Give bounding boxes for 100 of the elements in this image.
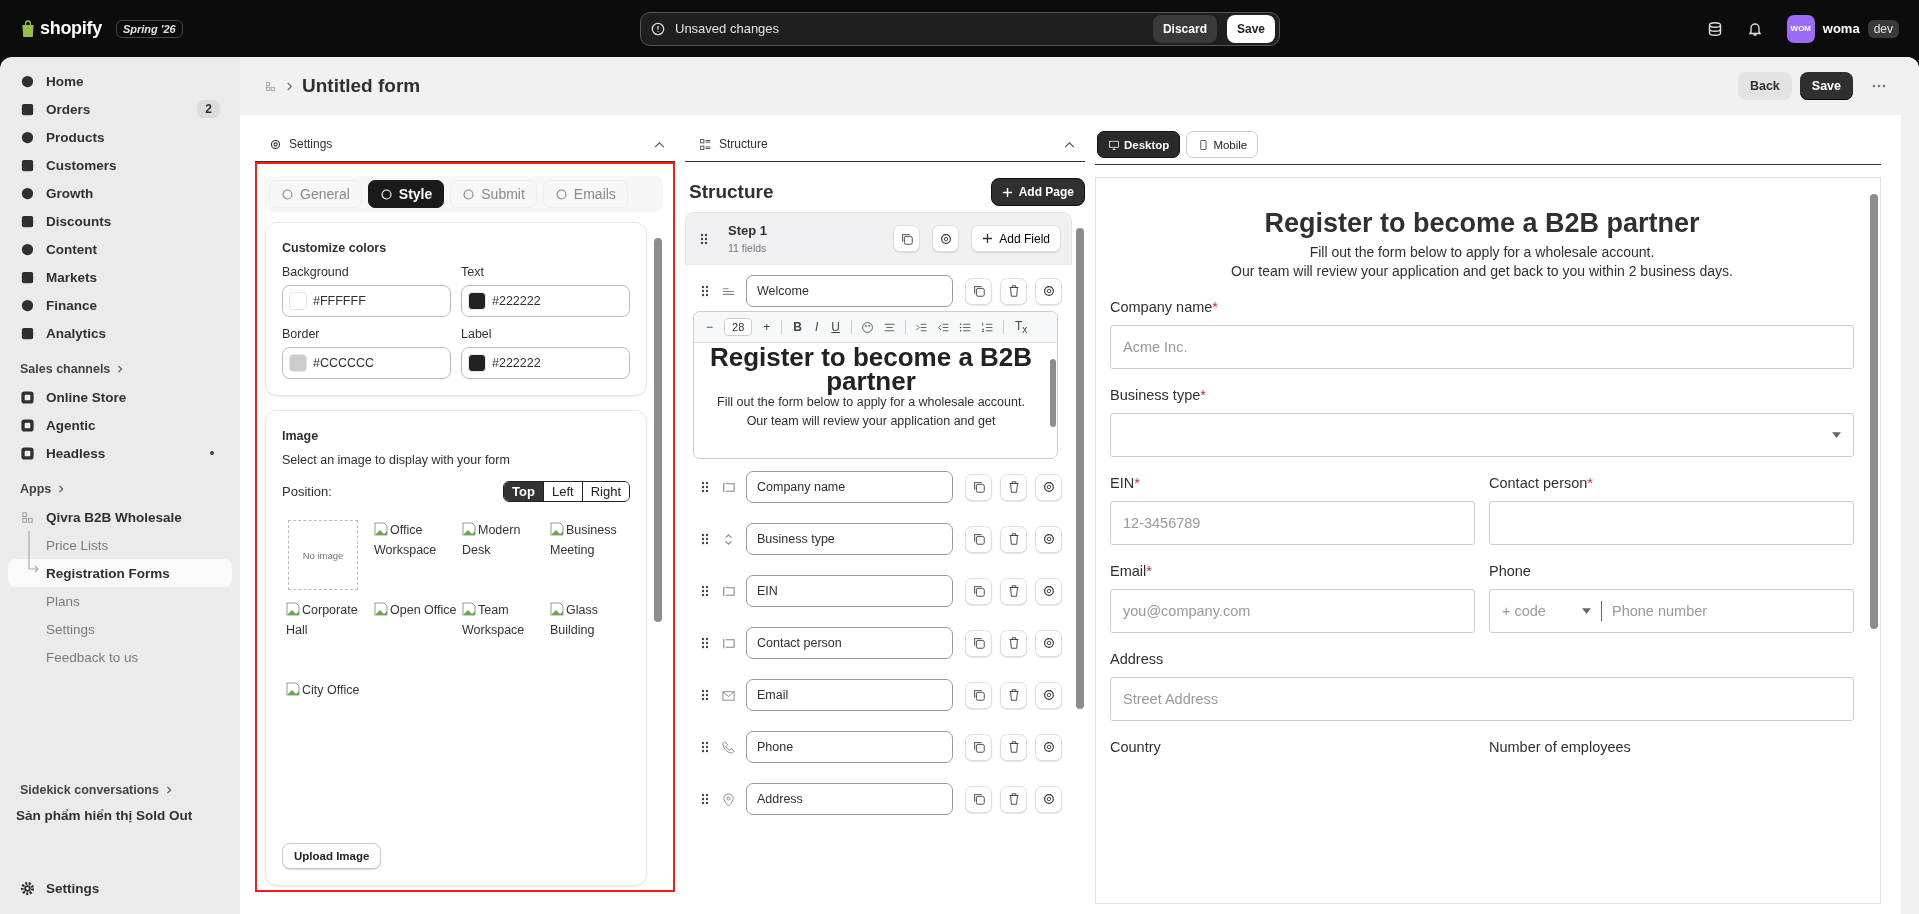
- drag-handle-icon[interactable]: [701, 689, 709, 701]
- chevron-up-icon[interactable]: [1064, 140, 1075, 148]
- duplicate-button[interactable]: [965, 525, 992, 553]
- input-field[interactable]: [1489, 501, 1854, 545]
- nav-item[interactable]: Analytics: [8, 319, 232, 347]
- section-heading[interactable]: Sales channels: [20, 362, 111, 376]
- nav-item[interactable]: Qivra B2B Wholesale: [8, 503, 232, 531]
- avatar[interactable]: WOM: [1786, 14, 1815, 43]
- conversation-item[interactable]: Sản phẩm hiển thị Sold Out: [8, 804, 232, 834]
- image-option[interactable]: Glass Building: [550, 600, 634, 670]
- color-swatch[interactable]: [468, 354, 486, 372]
- subnav-item[interactable]: Plans: [8, 587, 232, 615]
- nav-item[interactable]: Agentic: [8, 411, 232, 439]
- color-input[interactable]: #CCCCCC: [282, 347, 451, 379]
- duplicate-button[interactable]: [965, 277, 992, 305]
- chevron-right-icon[interactable]: [57, 485, 66, 493]
- delete-button[interactable]: [1000, 577, 1027, 605]
- drag-handle-icon[interactable]: [701, 741, 709, 753]
- nav-item[interactable]: Discounts: [8, 207, 232, 235]
- save-button[interactable]: Save: [1226, 14, 1275, 43]
- delete-button[interactable]: [1000, 785, 1027, 813]
- subnav-item[interactable]: Registration Forms: [8, 559, 232, 587]
- upload-image-button[interactable]: Upload Image: [282, 843, 382, 869]
- settings-button[interactable]: [1035, 525, 1062, 553]
- settings-button[interactable]: [932, 225, 960, 252]
- nav-item[interactable]: Products: [8, 123, 232, 151]
- delete-button[interactable]: [1000, 733, 1027, 761]
- tab[interactable]: Style: [367, 180, 445, 208]
- color-swatch[interactable]: [289, 292, 307, 310]
- field-name-input[interactable]: Contact person: [746, 627, 953, 659]
- duplicate-button[interactable]: [965, 681, 992, 709]
- segment-option[interactable]: Right: [581, 482, 629, 501]
- nav-item[interactable]: Headless: [8, 439, 232, 467]
- back-button[interactable]: Back: [1737, 72, 1792, 100]
- settings-button[interactable]: [1035, 681, 1062, 709]
- chevron-right-icon[interactable]: [116, 365, 125, 373]
- discard-button[interactable]: Discard: [1152, 14, 1217, 43]
- settings-button[interactable]: [1035, 577, 1062, 605]
- image-option[interactable]: Open Office: [374, 600, 458, 670]
- color-input[interactable]: #222222: [461, 285, 630, 317]
- settings-button[interactable]: [1035, 473, 1062, 501]
- duplicate-button[interactable]: [893, 225, 921, 252]
- image-option[interactable]: Modern Desk: [462, 520, 546, 590]
- section-heading[interactable]: Sidekick conversations: [20, 783, 159, 797]
- drag-handle-icon[interactable]: [701, 637, 709, 649]
- duplicate-button[interactable]: [965, 577, 992, 605]
- delete-button[interactable]: [1000, 681, 1027, 709]
- nav-item[interactable]: Growth: [8, 179, 232, 207]
- nav-item[interactable]: Settings: [8, 874, 232, 902]
- field-name-input[interactable]: Welcome: [746, 275, 953, 307]
- duplicate-button[interactable]: [965, 733, 992, 761]
- bold-button[interactable]: B: [791, 320, 804, 334]
- field-name-input[interactable]: Address: [746, 783, 953, 815]
- drag-handle-icon[interactable]: [701, 481, 709, 493]
- decrease-size-button[interactable]: −: [704, 320, 715, 334]
- image-option[interactable]: Corporate Hall: [286, 600, 370, 670]
- increase-size-button[interactable]: +: [761, 320, 773, 334]
- nav-item[interactable]: Customers: [8, 151, 232, 179]
- add-field-button[interactable]: Add Field: [971, 225, 1061, 252]
- clear-format-button[interactable]: T$_{x}$: [1012, 318, 1030, 336]
- drag-handle-icon[interactable]: [701, 533, 709, 545]
- drag-handle-icon[interactable]: [701, 585, 709, 597]
- input-field[interactable]: Acme Inc.: [1110, 325, 1854, 369]
- subnav-item[interactable]: Settings: [8, 615, 232, 643]
- no-image-option[interactable]: No image: [288, 520, 358, 590]
- drag-handle-icon[interactable]: [701, 793, 709, 805]
- bell-icon[interactable]: [1746, 20, 1763, 37]
- nav-item[interactable]: Orders 2: [8, 95, 232, 123]
- numbered-list-icon[interactable]: [980, 320, 994, 334]
- nav-item[interactable]: Markets: [8, 263, 232, 291]
- color-input[interactable]: #FFFFFF: [282, 285, 451, 317]
- field-name-input[interactable]: Phone: [746, 731, 953, 763]
- segment-option[interactable]: Top: [504, 482, 543, 501]
- tab[interactable]: Mobile: [1186, 131, 1259, 158]
- color-swatch[interactable]: [468, 292, 486, 310]
- save-button[interactable]: Save: [1799, 72, 1853, 100]
- delete-button[interactable]: [1000, 525, 1027, 553]
- settings-button[interactable]: [1035, 277, 1062, 305]
- field-name-input[interactable]: Email: [746, 679, 953, 711]
- image-option[interactable]: City Office: [286, 680, 370, 750]
- chevron-right-icon[interactable]: [164, 786, 173, 794]
- bullet-list-icon[interactable]: [958, 320, 972, 334]
- drag-handle-icon[interactable]: [700, 232, 708, 245]
- duplicate-button[interactable]: [965, 629, 992, 657]
- duplicate-button[interactable]: [965, 785, 992, 813]
- field-name-input[interactable]: Company name: [746, 471, 953, 503]
- settings-button[interactable]: [1035, 733, 1062, 761]
- image-option[interactable]: Team Workspace: [462, 600, 546, 670]
- field-name-input[interactable]: EIN: [746, 575, 953, 607]
- input-field[interactable]: you@company.com: [1110, 589, 1475, 633]
- delete-button[interactable]: [1000, 629, 1027, 657]
- underline-button[interactable]: U: [829, 320, 842, 334]
- delete-button[interactable]: [1000, 277, 1027, 305]
- italic-button[interactable]: I: [812, 320, 821, 334]
- subnav-item[interactable]: Price Lists: [8, 531, 232, 559]
- input-field[interactable]: 12-3456789: [1110, 501, 1475, 545]
- drag-handle-icon[interactable]: [701, 285, 709, 297]
- image-option[interactable]: Business Meeting: [550, 520, 634, 590]
- nav-item[interactable]: Finance: [8, 291, 232, 319]
- settings-button[interactable]: [1035, 629, 1062, 657]
